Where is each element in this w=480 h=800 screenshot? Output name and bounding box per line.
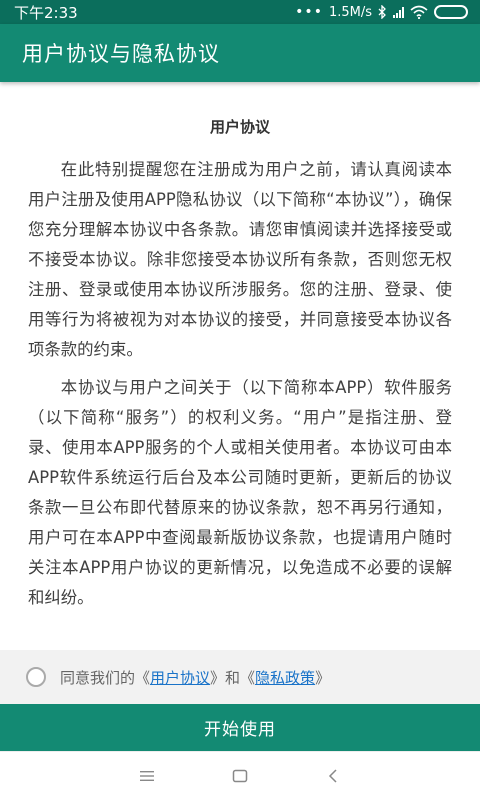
menu-nav-button[interactable] xyxy=(132,761,162,791)
agree-middle: 》和《 xyxy=(210,668,256,687)
status-icons: ••• 1.5M/s xyxy=(295,4,468,20)
bluetooth-icon xyxy=(378,5,386,19)
home-icon xyxy=(232,769,248,783)
agreement-paragraph: 在此特别提醒您在注册成为用户之前，请认真阅读本用户注册及使用APP隐私协议（以下… xyxy=(28,160,452,359)
agree-row: 同意我们的《 用户协议 》和《 隐私政策》 xyxy=(0,650,480,704)
back-icon xyxy=(329,769,337,783)
more-dots-icon: ••• xyxy=(295,4,323,20)
system-nav-bar xyxy=(0,751,480,800)
user-agreement-link[interactable]: 用户协议 xyxy=(150,667,210,688)
page-title: 用户协议与隐私协议 xyxy=(22,42,220,66)
status-time: 下午2:33 xyxy=(14,3,78,22)
app-bar: 用户协议与隐私协议 xyxy=(0,24,480,82)
agree-suffix: 》 xyxy=(315,668,331,687)
privacy-policy-link[interactable]: 隐私政策 xyxy=(255,667,315,688)
status-bar: 下午2:33 ••• 1.5M/s xyxy=(0,0,480,24)
menu-icon xyxy=(139,771,154,781)
document-title: 用户协议 xyxy=(209,118,270,136)
start-button[interactable]: 开始使用 xyxy=(0,704,480,751)
agreement-paragraph: 本协议与用户之间关于（以下简称本APP）软件服务（以下简称“服务”）的权利义务。… xyxy=(28,378,452,607)
signal-icon xyxy=(393,6,404,18)
agreement-content[interactable]: 用户协议 在此特别提醒您在注册成为用户之前，请认真阅读本用户注册及使用APP隐私… xyxy=(0,82,480,650)
agree-radio-button[interactable] xyxy=(26,667,46,687)
wifi-icon xyxy=(410,5,428,19)
home-nav-button[interactable] xyxy=(225,761,255,791)
agree-prefix: 同意我们的《 xyxy=(60,668,151,687)
battery-icon xyxy=(434,5,468,19)
back-nav-button[interactable] xyxy=(318,761,348,791)
network-speed: 1.5M/s xyxy=(328,4,372,20)
